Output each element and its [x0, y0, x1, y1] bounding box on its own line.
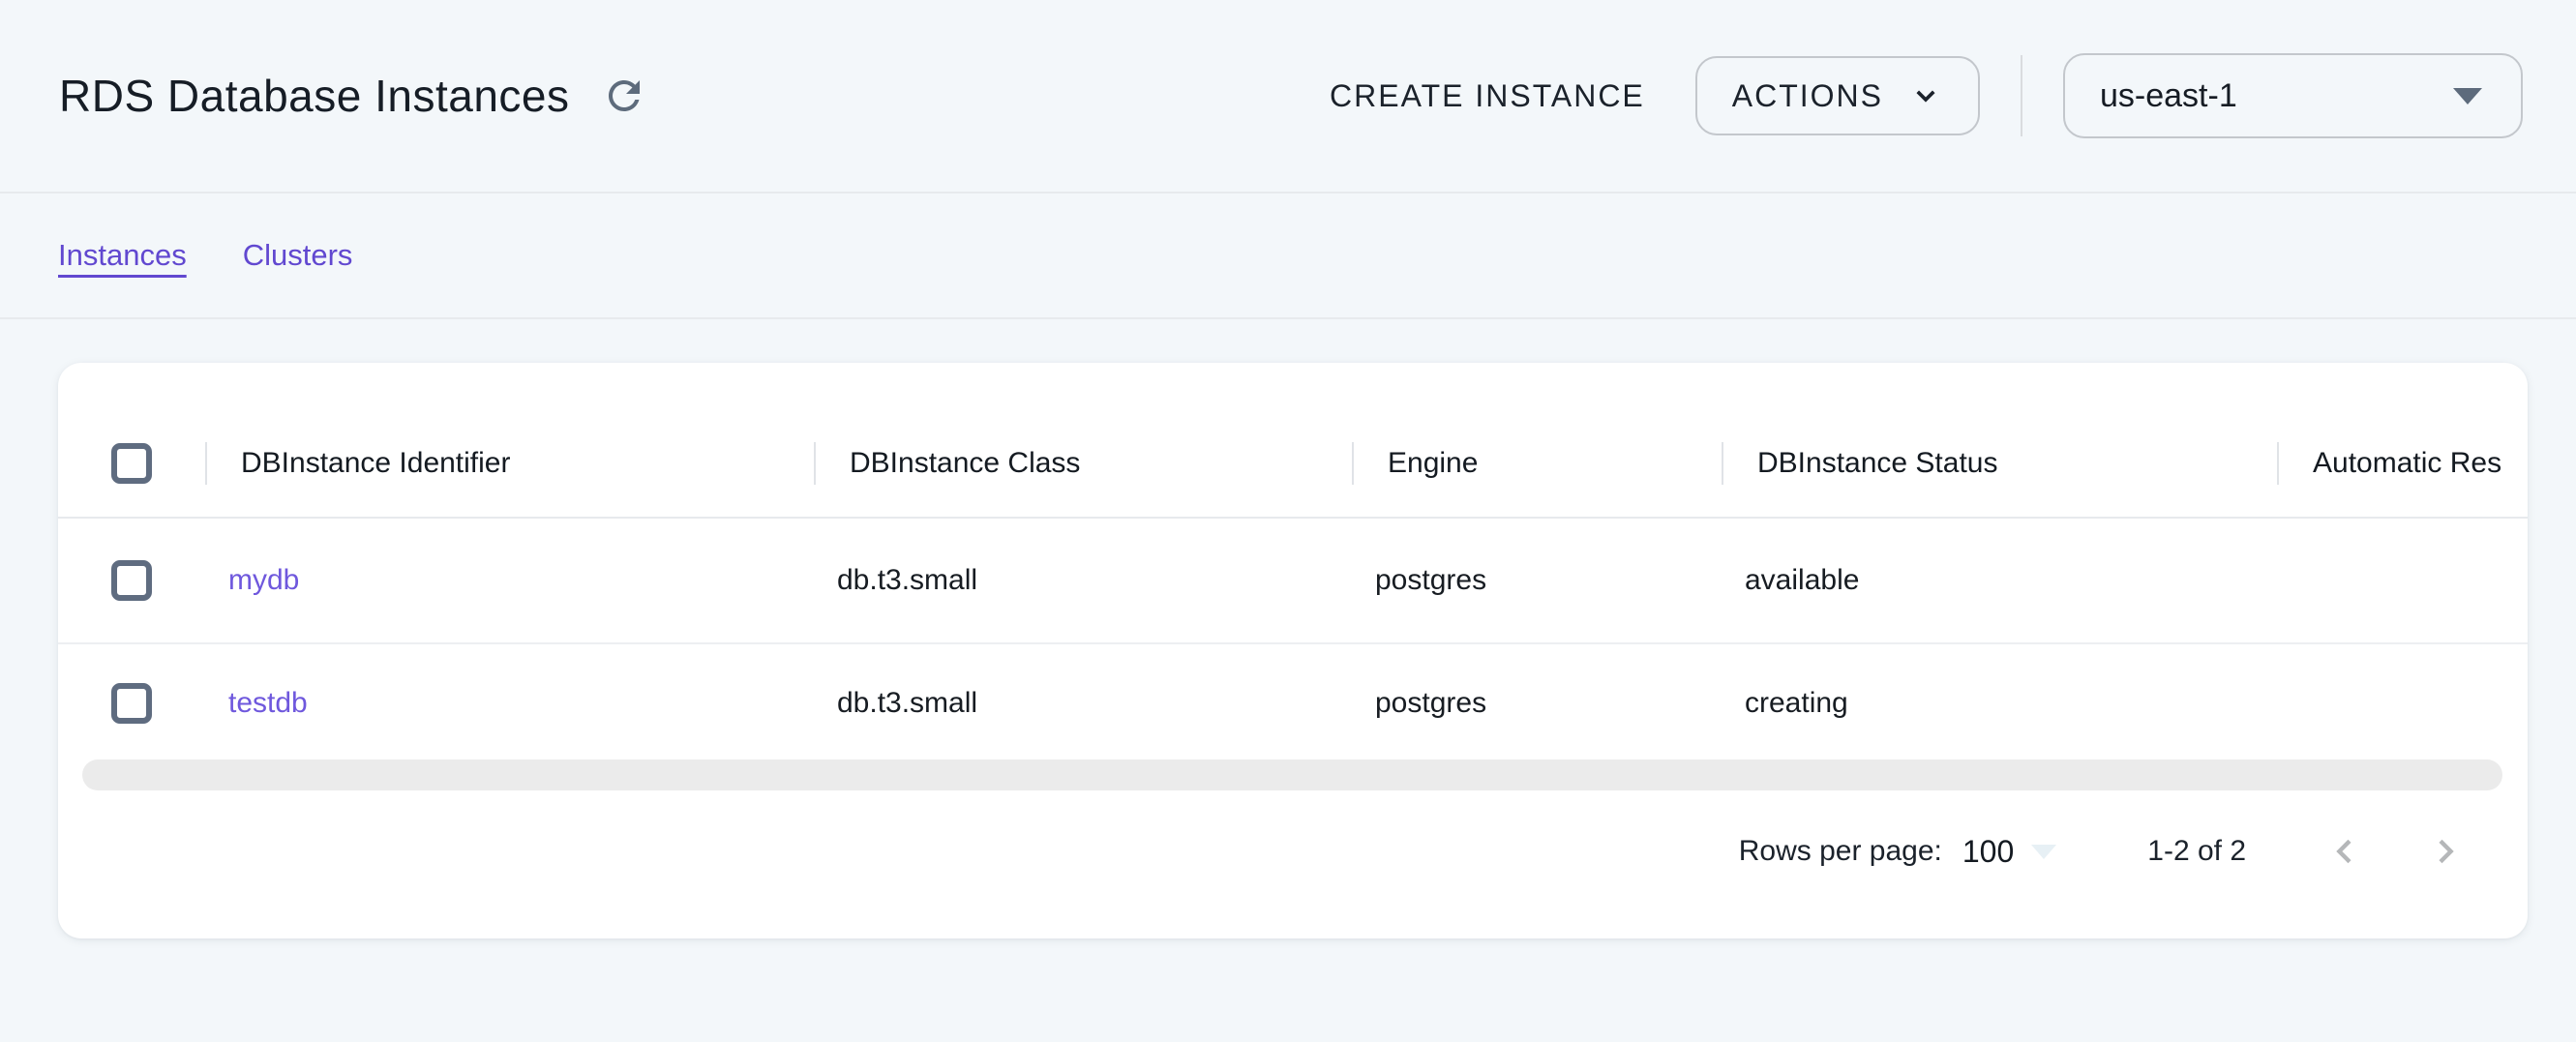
select-all-cell: [58, 410, 205, 517]
row-select-cell: [58, 519, 205, 642]
column-header-label: DBInstance Class: [850, 447, 1080, 480]
instances-table-card: DBInstance Identifier DBInstance Class E…: [58, 363, 2528, 938]
column-header-identifier[interactable]: DBInstance Identifier: [205, 410, 814, 517]
top-bar: RDS Database Instances CREATE INSTANCE A…: [0, 0, 2576, 194]
column-header-label: Automatic Res: [2313, 447, 2501, 480]
column-separator: [814, 442, 816, 485]
table-header-row: DBInstance Identifier DBInstance Class E…: [58, 410, 2528, 519]
horizontal-scrollbar[interactable]: [82, 759, 2502, 790]
column-separator: [205, 442, 207, 485]
column-header-status[interactable]: DBInstance Status: [1722, 410, 2277, 517]
pagination-footer: Rows per page: 100 1-2 of 2: [58, 790, 2528, 912]
tab-instances[interactable]: Instances: [58, 238, 187, 273]
column-header-engine[interactable]: Engine: [1352, 410, 1722, 517]
table-row[interactable]: mydb db.t3.small postgres available: [58, 519, 2528, 644]
rows-per-page-value: 100: [1962, 834, 2014, 870]
page-navigation: [2321, 828, 2469, 875]
column-separator: [1352, 442, 1354, 485]
cell-identifier-link[interactable]: mydb: [205, 564, 814, 597]
row-checkbox[interactable]: [111, 560, 152, 601]
cell-engine: postgres: [1352, 687, 1722, 720]
page-title: RDS Database Instances: [59, 70, 570, 122]
caret-down-icon: [2453, 88, 2482, 104]
row-checkbox[interactable]: [111, 683, 152, 724]
displayed-rows-range: 1-2 of 2: [2147, 835, 2246, 868]
cell-engine: postgres: [1352, 564, 1722, 597]
select-all-checkbox[interactable]: [111, 443, 152, 484]
chevron-left-icon: [2325, 832, 2364, 871]
rds-instances-page: RDS Database Instances CREATE INSTANCE A…: [0, 0, 2576, 1042]
row-select-cell: [58, 646, 205, 759]
refresh-icon: [601, 73, 647, 119]
table-row[interactable]: testdb db.t3.small postgres creating: [58, 646, 2528, 759]
refresh-button[interactable]: [601, 73, 647, 119]
cell-db-class: db.t3.small: [814, 687, 1352, 720]
column-separator: [2277, 442, 2279, 485]
caret-down-icon: [2031, 845, 2056, 859]
next-page-button[interactable]: [2422, 828, 2469, 875]
chevron-down-icon: [1908, 78, 1943, 113]
previous-page-button[interactable]: [2321, 828, 2368, 875]
column-header-label: DBInstance Identifier: [241, 447, 510, 480]
chevron-right-icon: [2426, 832, 2465, 871]
cell-status: creating: [1722, 687, 2277, 720]
header-divider: [2021, 55, 2022, 136]
column-header-class[interactable]: DBInstance Class: [814, 410, 1352, 517]
actions-button-label: ACTIONS: [1732, 78, 1883, 114]
rows-per-page-select[interactable]: 100: [1962, 834, 2056, 870]
cell-db-class: db.t3.small: [814, 564, 1352, 597]
top-bar-actions: CREATE INSTANCE ACTIONS us-east-1: [1320, 53, 2576, 138]
actions-button[interactable]: ACTIONS: [1695, 56, 1980, 135]
tab-clusters[interactable]: Clusters: [243, 238, 353, 273]
tabs-bar: Instances Clusters: [0, 194, 2576, 319]
cell-identifier-link[interactable]: testdb: [205, 687, 814, 720]
region-select-value: us-east-1: [2100, 77, 2237, 115]
create-instance-button[interactable]: CREATE INSTANCE: [1320, 78, 1655, 114]
region-select[interactable]: us-east-1: [2063, 53, 2523, 138]
rows-per-page-label: Rows per page:: [1739, 835, 1942, 868]
column-header-label: Engine: [1388, 447, 1478, 480]
title-wrap: RDS Database Instances: [0, 70, 647, 122]
column-separator: [1722, 442, 1723, 485]
column-header-label: DBInstance Status: [1757, 447, 1997, 480]
column-header-automatic-restart[interactable]: Automatic Res: [2277, 410, 2528, 517]
cell-status: available: [1722, 564, 2277, 597]
